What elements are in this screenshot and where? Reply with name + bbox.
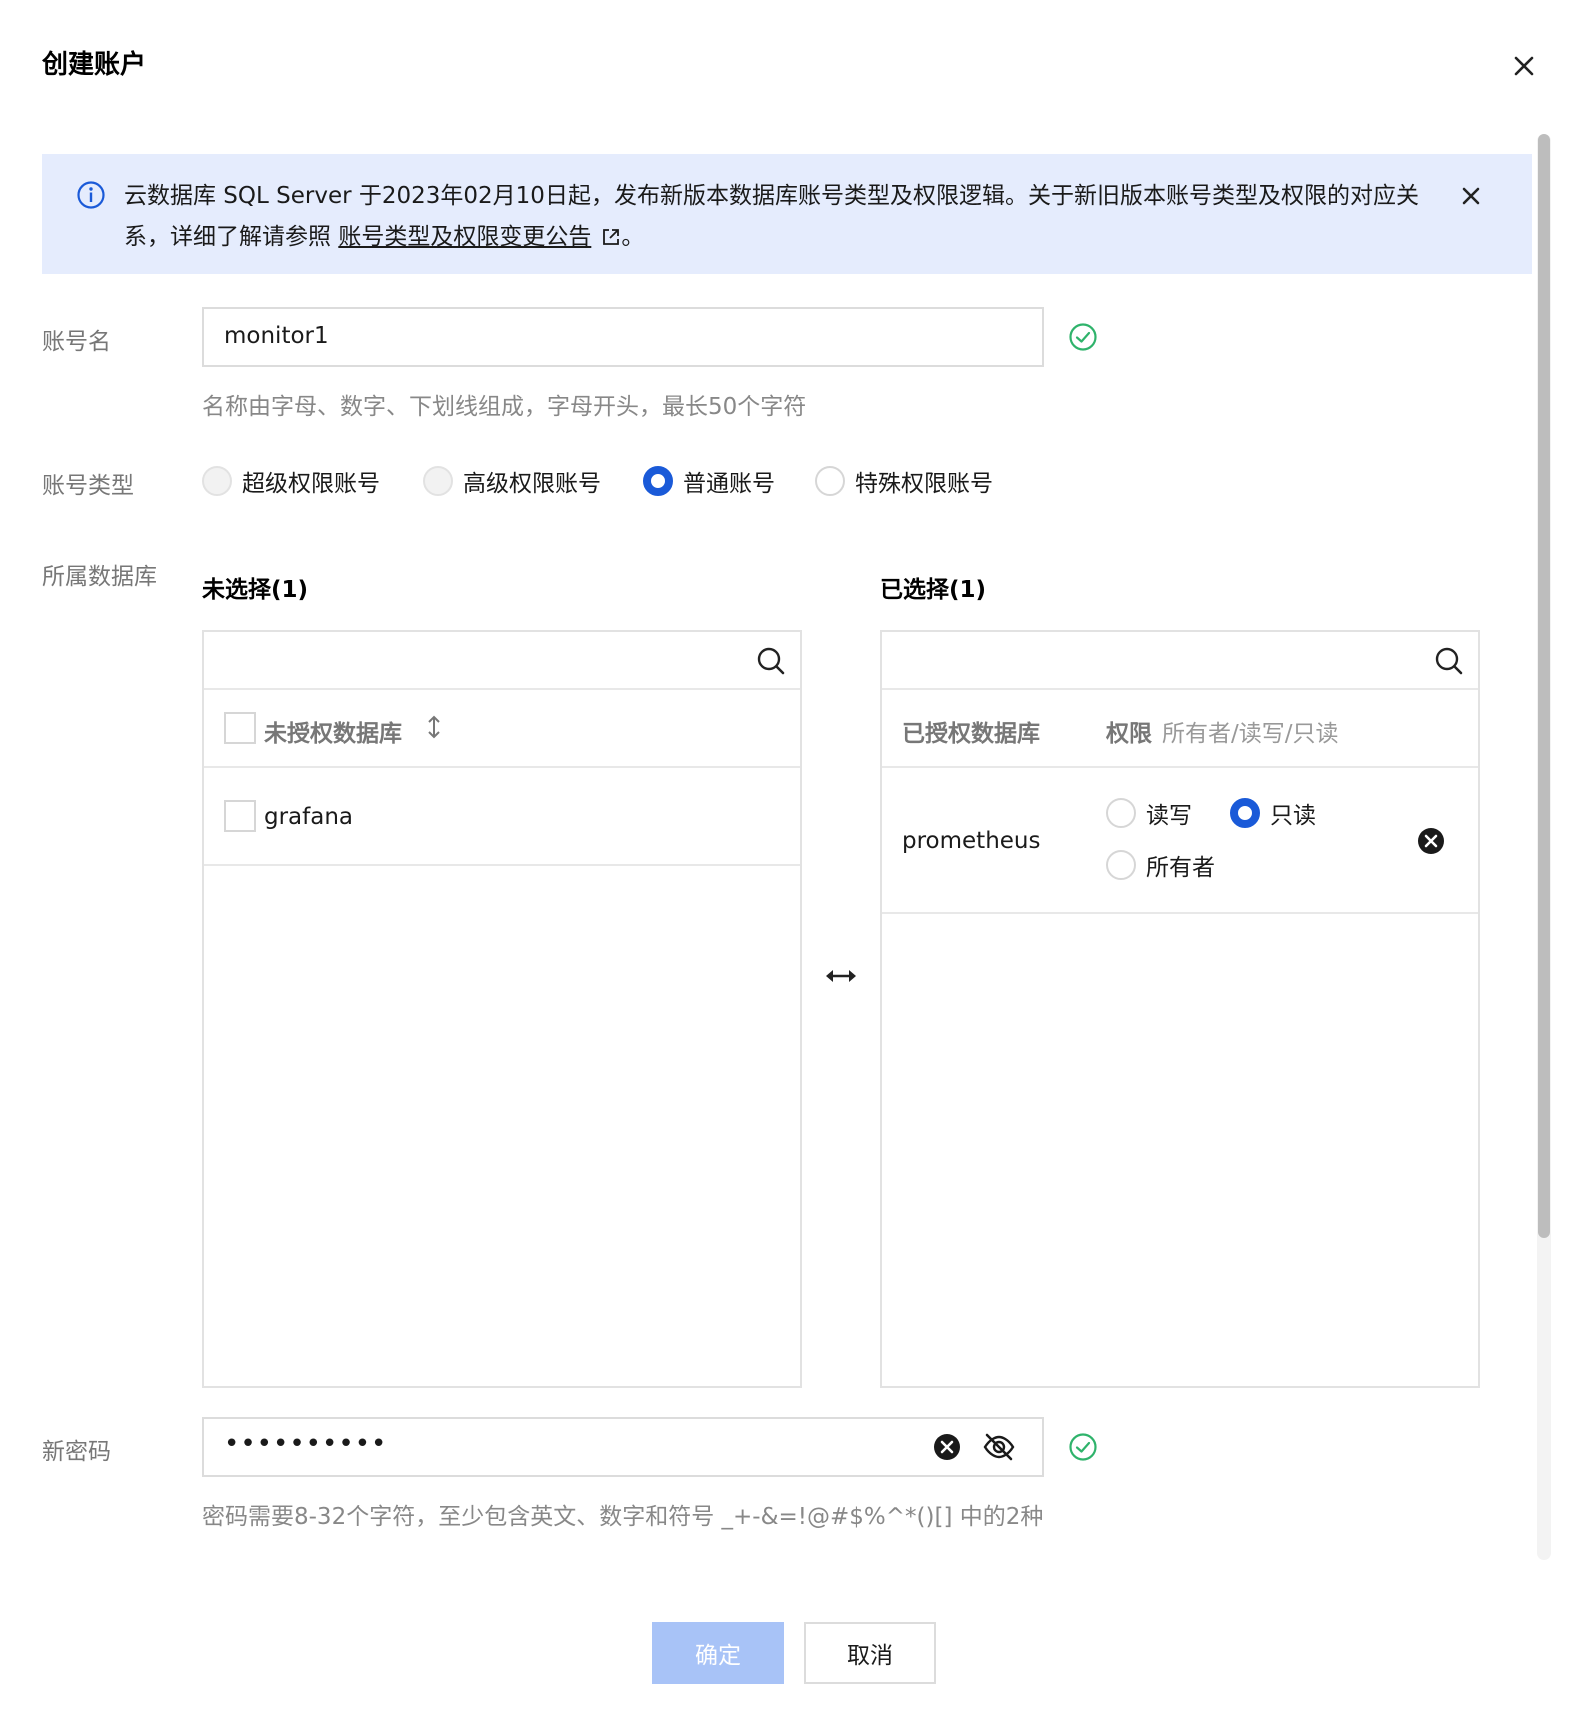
transfer-arrows-icon (826, 970, 856, 982)
confirm-button[interactable]: 确定 (652, 1622, 784, 1684)
item-checkbox[interactable] (224, 800, 256, 832)
radio-dot (1106, 798, 1136, 828)
notice-text: 云数据库 SQL Server 于2023年02月10日起，发布新版本数据库账号… (124, 176, 1454, 258)
radio-label: 普通账号 (683, 471, 775, 497)
radio-super-account[interactable]: 超级权限账号 (202, 464, 380, 498)
radio-label: 读写 (1146, 803, 1192, 829)
account-name-label: 账号名 (42, 329, 111, 355)
clear-icon[interactable] (932, 1432, 962, 1462)
permission-column-header: 权限 (1106, 721, 1152, 747)
permission-description: 所有者/读写/只读 (1162, 721, 1339, 747)
unselected-search-input[interactable] (204, 632, 800, 690)
password-label: 新密码 (42, 1439, 111, 1465)
unselected-panel: 未授权数据库 grafana (202, 630, 802, 1388)
remove-item-icon[interactable] (1416, 826, 1446, 856)
selected-header-row: 已授权数据库 权限 所有者/读写/只读 (882, 690, 1478, 768)
select-all-checkbox[interactable] (224, 712, 256, 744)
radio-normal-account[interactable]: 普通账号 (643, 464, 775, 498)
radio-dot (1106, 850, 1136, 880)
radio-advanced-account[interactable]: 高级权限账号 (423, 464, 601, 498)
radio-dot (202, 466, 232, 496)
cancel-button[interactable]: 取消 (804, 1622, 936, 1684)
password-hint: 密码需要8-32个字符，至少包含英文、数字和符号 _+-&=!@#$%^*()[… (202, 1504, 1044, 1530)
account-name-input[interactable]: monitor1 (202, 307, 1044, 367)
notice-close-icon[interactable] (1459, 184, 1483, 208)
password-input[interactable]: •••••••••• (202, 1417, 1044, 1477)
radio-label: 超级权限账号 (242, 471, 380, 497)
radio-dot (423, 466, 453, 496)
sort-icon[interactable] (426, 714, 442, 740)
perm-radio-readwrite[interactable]: 读写 (1106, 796, 1192, 830)
external-link-icon[interactable] (601, 227, 621, 247)
notice-text-before: 云数据库 SQL Server 于2023年02月10日起，发布新版本数据库账号… (124, 183, 1419, 250)
account-type-label: 账号类型 (42, 473, 134, 499)
scrollbar-thumb[interactable] (1538, 134, 1550, 1238)
selected-search-input[interactable] (882, 632, 1478, 690)
perm-radio-readonly[interactable]: 只读 (1230, 796, 1316, 830)
account-name-value: monitor1 (224, 323, 329, 349)
radio-dot-checked (1230, 798, 1260, 828)
unselected-header-row: 未授权数据库 (204, 690, 800, 768)
search-icon[interactable] (756, 646, 786, 676)
radio-label: 所有者 (1146, 855, 1215, 881)
selected-row: prometheus 读写 只读 所有者 (882, 768, 1478, 914)
database-label: 所属数据库 (42, 564, 157, 590)
radio-label: 只读 (1270, 803, 1316, 829)
radio-special-account[interactable]: 特殊权限账号 (815, 464, 993, 498)
info-icon (77, 181, 105, 209)
check-circle-icon (1069, 1433, 1097, 1461)
item-name: grafana (264, 804, 354, 830)
item-name: prometheus (902, 828, 1041, 854)
create-account-dialog: 创建账户 云数据库 SQL Server 于2023年02月10日起，发布新版本… (0, 0, 1572, 1716)
list-item[interactable]: grafana (204, 768, 800, 866)
unselected-title: 未选择(1) (202, 577, 309, 603)
unselected-column-header: 未授权数据库 (264, 721, 402, 747)
check-circle-icon (1069, 323, 1097, 351)
radio-dot (815, 466, 845, 496)
search-icon[interactable] (1434, 646, 1464, 676)
radio-dot-checked (643, 466, 673, 496)
radio-label: 高级权限账号 (463, 471, 601, 497)
selected-title: 已选择(1) (880, 577, 987, 603)
account-name-hint: 名称由字母、数字、下划线组成，字母开头，最长50个字符 (202, 394, 807, 420)
notice-link[interactable]: 账号类型及权限变更公告 (338, 224, 591, 250)
selected-column-header: 已授权数据库 (902, 721, 1040, 747)
perm-radio-owner[interactable]: 所有者 (1106, 848, 1215, 882)
close-icon[interactable] (1510, 52, 1538, 80)
notice-text-after: 。 (621, 224, 645, 250)
notice-banner: 云数据库 SQL Server 于2023年02月10日起，发布新版本数据库账号… (42, 154, 1532, 274)
password-value: •••••••••• (224, 1429, 388, 1459)
radio-label: 特殊权限账号 (855, 471, 993, 497)
eye-off-icon[interactable] (982, 1432, 1016, 1462)
selected-panel: 已授权数据库 权限 所有者/读写/只读 prometheus 读写 只读 所有者 (880, 630, 1480, 1388)
dialog-title: 创建账户 (42, 50, 147, 80)
